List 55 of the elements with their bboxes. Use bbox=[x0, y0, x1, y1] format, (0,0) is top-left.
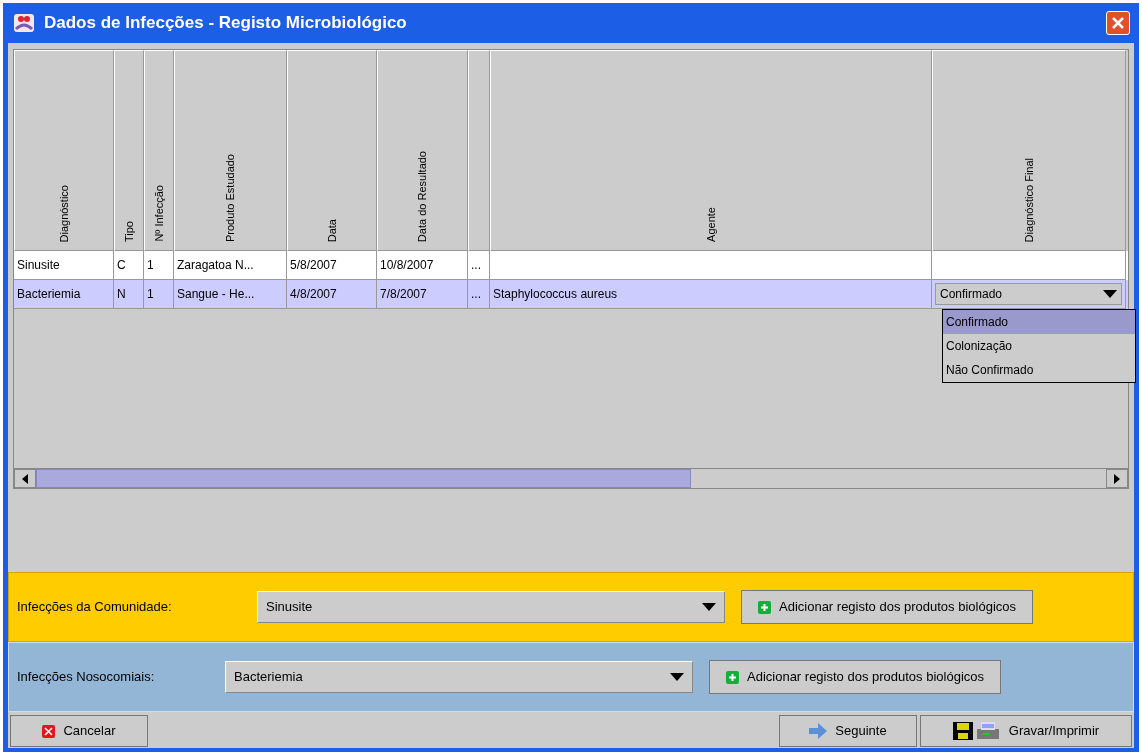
horizontal-scrollbar[interactable] bbox=[14, 468, 1128, 488]
dropdown-option[interactable]: Confirmado bbox=[943, 310, 1135, 334]
right-arrow-icon bbox=[1114, 473, 1120, 484]
table-cell-text: N bbox=[117, 286, 126, 303]
column-header[interactable] bbox=[468, 50, 490, 251]
cancel-button[interactable]: Cancelar bbox=[10, 715, 148, 747]
close-icon bbox=[1111, 16, 1125, 30]
dropdown-option[interactable]: Colonização bbox=[943, 334, 1135, 358]
column-header[interactable]: Produto Estudado bbox=[174, 50, 287, 251]
table-row[interactable]: Bacteriemia N 1 Sangue - He... 4/8/2007 7/8/2007 ... Staphylococcus aureus Confirmado bbox=[14, 280, 1128, 309]
window-title: Dados de Infecções - Registo Microbiológico bbox=[44, 12, 407, 35]
plus-icon bbox=[726, 670, 739, 684]
table-row[interactable]: Sinusite C 1 Zaragatoa N... 5/8/2007 10/8/2007 ... bbox=[14, 251, 1128, 280]
table-cell-text: Bacteriemia bbox=[17, 286, 81, 303]
table-cell-text: Sinusite bbox=[17, 257, 60, 274]
column-header[interactable]: Agente bbox=[490, 50, 932, 251]
table-cell-text: Zaragatoa N... bbox=[177, 257, 254, 274]
table-cell-text: 10/8/2007 bbox=[380, 257, 434, 274]
combo-box[interactable]: Confirmado bbox=[935, 283, 1122, 305]
caret-icon bbox=[702, 603, 716, 611]
table-cell-text: C bbox=[117, 257, 126, 274]
table-cell-text: Sangue - He... bbox=[177, 286, 255, 303]
plus-icon bbox=[758, 600, 771, 614]
arrow-right-icon bbox=[809, 723, 828, 739]
column-header[interactable]: Diagnóstico Final bbox=[932, 50, 1126, 251]
scrollbar-thumb[interactable] bbox=[36, 469, 691, 488]
next-button[interactable]: Seguinte bbox=[779, 715, 917, 747]
table-cell-text: ... bbox=[471, 286, 481, 303]
column-header[interactable]: Tipo bbox=[114, 50, 144, 251]
column-header[interactable]: Data bbox=[287, 50, 377, 251]
caret-icon bbox=[670, 673, 684, 681]
table-cell-text: 1 bbox=[147, 257, 154, 274]
app-icon bbox=[12, 12, 36, 34]
add-button[interactable]: Adicionar registo dos produtos biológicos bbox=[709, 660, 1002, 694]
close-icon bbox=[42, 724, 56, 738]
table-cell-text: 7/8/2007 bbox=[380, 286, 427, 303]
add-button[interactable]: Adicionar registo dos produtos biológicos bbox=[741, 590, 1034, 624]
close-button[interactable] bbox=[1106, 11, 1130, 35]
combo-box[interactable]: Bacteriemia bbox=[225, 661, 693, 693]
caret-icon bbox=[1103, 290, 1117, 298]
table-cell-text: 4/8/2007 bbox=[290, 286, 337, 303]
floppy-printer-icon bbox=[952, 721, 1001, 741]
table-cell-text: 1 bbox=[147, 286, 154, 303]
table-cell-text: 5/8/2007 bbox=[290, 257, 337, 274]
column-header[interactable]: Diagnóstico bbox=[14, 50, 114, 251]
field-label: Infecções Nosocomiais: bbox=[17, 668, 156, 687]
table-cell-text: Staphylococcus aureus bbox=[493, 286, 618, 303]
column-header[interactable]: Data do Resultado bbox=[377, 50, 468, 251]
column-header[interactable]: Nº Infecção bbox=[144, 50, 174, 251]
field-label: Infecções da Comunidade: bbox=[17, 598, 173, 617]
table-cell-text: ... bbox=[471, 257, 481, 274]
combo-box[interactable]: Sinusite bbox=[257, 591, 725, 623]
save-print-button[interactable]: Gravar/Imprimir bbox=[920, 715, 1132, 747]
left-arrow-icon bbox=[22, 473, 28, 484]
dropdown-option[interactable]: Não Confirmado bbox=[943, 358, 1135, 382]
